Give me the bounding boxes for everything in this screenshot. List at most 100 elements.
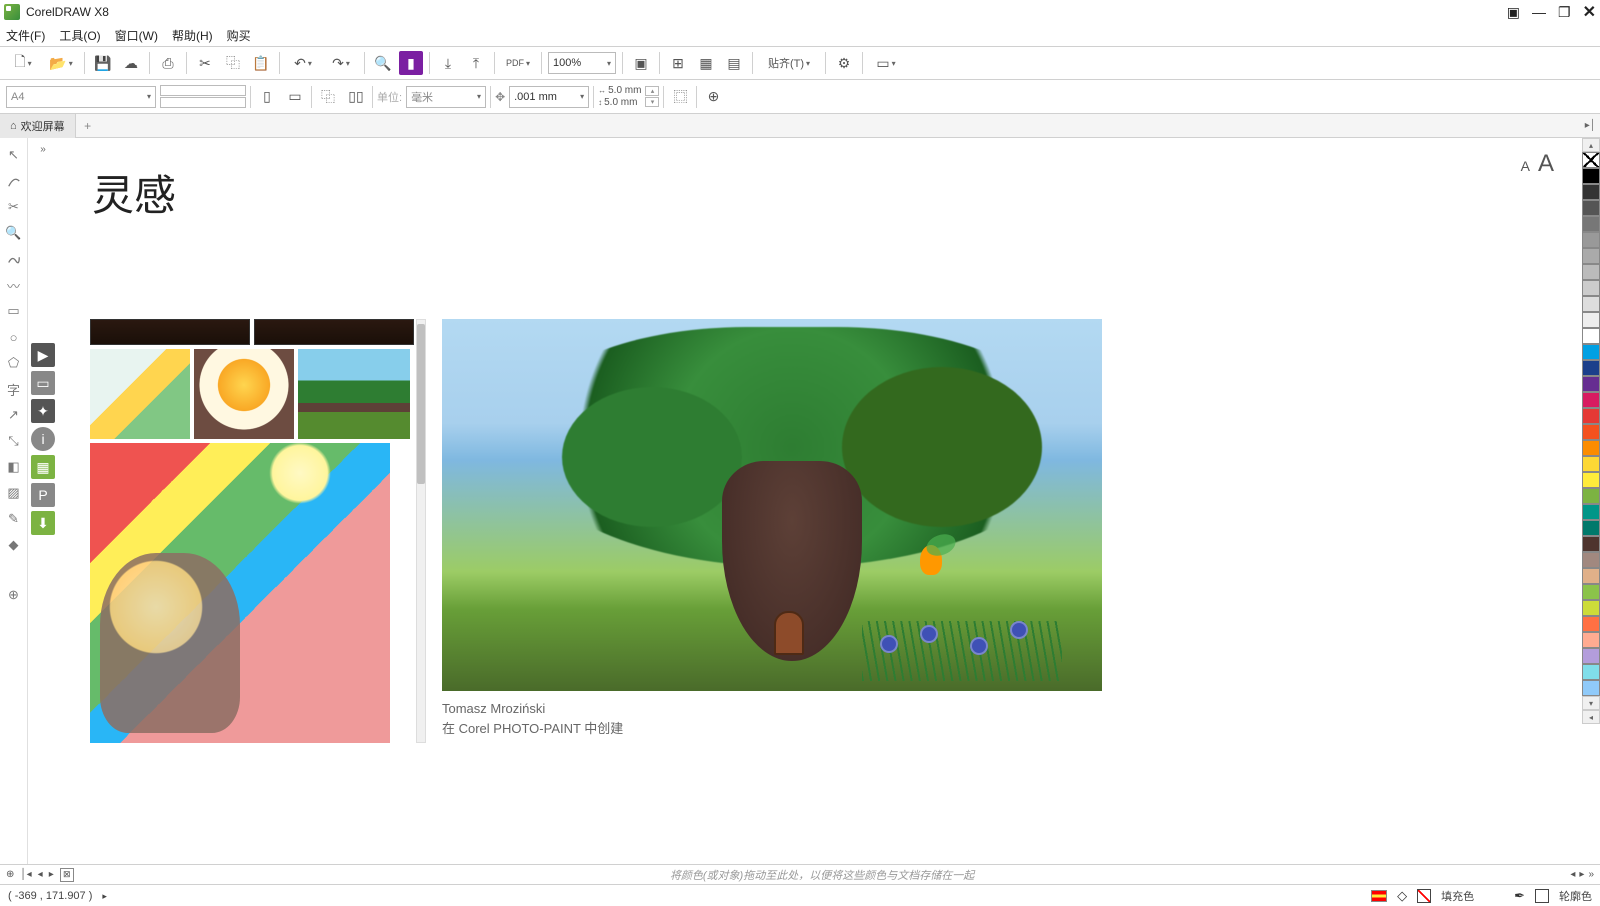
palette-swatch[interactable] bbox=[1582, 376, 1600, 392]
all-pages-button[interactable]: ⿻ bbox=[316, 85, 340, 109]
redo-button[interactable]: ↷ bbox=[324, 51, 358, 75]
transparency-tool[interactable]: ▨ bbox=[3, 482, 25, 504]
palette-swatch[interactable] bbox=[1582, 312, 1600, 328]
docker-p-icon[interactable]: P bbox=[31, 483, 55, 507]
palette-up[interactable]: ▴ bbox=[1582, 138, 1600, 152]
drop-shadow-tool[interactable]: ◧ bbox=[3, 456, 25, 478]
palette-flyout[interactable]: ◂ bbox=[1582, 710, 1600, 724]
palette-swatch[interactable] bbox=[1582, 328, 1600, 344]
thumb-dark-2[interactable] bbox=[254, 319, 414, 345]
docker-screen-icon[interactable]: ▭ bbox=[31, 371, 55, 395]
palette-swatch[interactable] bbox=[1582, 632, 1600, 648]
export-button[interactable]: ⤒ bbox=[464, 51, 488, 75]
outline-swatch[interactable] bbox=[1535, 889, 1549, 903]
add-tab-button[interactable]: + bbox=[76, 114, 100, 138]
minimize-icon[interactable]: — bbox=[1532, 4, 1546, 20]
launch-button[interactable]: ▮ bbox=[399, 51, 423, 75]
docker-download-icon[interactable]: ⬇ bbox=[31, 511, 55, 535]
maximize-icon[interactable]: ❐ bbox=[1558, 4, 1571, 21]
palette-swatch[interactable] bbox=[1582, 216, 1600, 232]
quick-customize[interactable]: ⊕ bbox=[3, 584, 25, 606]
print-button[interactable]: ⎙ bbox=[156, 51, 180, 75]
status-dropdown[interactable] bbox=[102, 890, 107, 902]
docker-play-icon[interactable]: ▶ bbox=[31, 343, 55, 367]
palette-swatch[interactable] bbox=[1582, 200, 1600, 216]
palette-swatch[interactable] bbox=[1582, 280, 1600, 296]
hscroll-right[interactable]: ▸ bbox=[1579, 869, 1584, 880]
fill-bucket-icon[interactable]: ◇ bbox=[1397, 888, 1407, 904]
pdf-button[interactable]: PDF bbox=[501, 51, 535, 75]
tabs-scroll-right[interactable]: ▸│ bbox=[1581, 120, 1600, 131]
palette-swatch[interactable] bbox=[1582, 456, 1600, 472]
add-preset-button[interactable]: ⊕ bbox=[701, 85, 725, 109]
parallel-dim-tool[interactable]: ↗ bbox=[3, 404, 25, 426]
font-larger[interactable]: A bbox=[1538, 150, 1554, 178]
paste-button[interactable]: 📋 bbox=[249, 51, 273, 75]
docker-star-icon[interactable]: ✦ bbox=[31, 399, 55, 423]
menu-file[interactable]: 文件(F) bbox=[6, 27, 45, 44]
eyedropper-tool[interactable]: ✎ bbox=[3, 508, 25, 530]
palette-swatch[interactable] bbox=[1582, 440, 1600, 456]
open-button[interactable]: 📂 bbox=[44, 51, 78, 75]
save-button[interactable]: 💾 bbox=[91, 51, 115, 75]
duplicate-distance[interactable]: ↔5.0 mm ↕5.0 mm bbox=[598, 85, 641, 108]
nav-next[interactable]: ▸ bbox=[49, 869, 54, 880]
palette-swatch[interactable] bbox=[1582, 408, 1600, 424]
palette-swatch[interactable] bbox=[1582, 680, 1600, 696]
guides-button[interactable]: ▤ bbox=[722, 51, 746, 75]
palette-swatch[interactable] bbox=[1582, 520, 1600, 536]
treat-as-filled-button[interactable]: ⿴ bbox=[668, 85, 692, 109]
thumb-tree-small[interactable] bbox=[298, 349, 410, 439]
current-page-button[interactable]: ▯▯ bbox=[344, 85, 368, 109]
featured-image[interactable] bbox=[442, 319, 1102, 691]
fill-swatch[interactable] bbox=[1417, 889, 1431, 903]
palette-swatch[interactable] bbox=[1582, 664, 1600, 680]
page-size-select[interactable]: A4 bbox=[6, 86, 156, 108]
palette-swatch[interactable] bbox=[1582, 584, 1600, 600]
landscape-button[interactable]: ▭ bbox=[283, 85, 307, 109]
rulers-button[interactable]: ⊞ bbox=[666, 51, 690, 75]
page-height[interactable] bbox=[160, 97, 246, 108]
palette-swatch[interactable] bbox=[1582, 168, 1600, 184]
thumbs-scrollbar[interactable] bbox=[416, 319, 426, 743]
cut-button[interactable]: ✂ bbox=[193, 51, 217, 75]
palette-swatch[interactable] bbox=[1582, 360, 1600, 376]
menu-tools[interactable]: 工具(O) bbox=[59, 27, 100, 44]
undo-button[interactable]: ↶ bbox=[286, 51, 320, 75]
fill-tool[interactable]: ◆ bbox=[3, 534, 25, 556]
zoom-level[interactable]: 100% bbox=[548, 52, 616, 74]
docker-film-icon[interactable]: ▦ bbox=[31, 455, 55, 479]
font-smaller[interactable]: A bbox=[1521, 158, 1530, 174]
nudge-input[interactable]: .001 mm bbox=[509, 86, 589, 108]
palette-swatch[interactable] bbox=[1582, 616, 1600, 632]
palette-swatch[interactable] bbox=[1582, 232, 1600, 248]
hscroll-flyout[interactable]: » bbox=[1588, 869, 1594, 880]
palette-swatch[interactable] bbox=[1582, 296, 1600, 312]
palette-none[interactable] bbox=[1582, 152, 1600, 168]
shape-tool[interactable] bbox=[3, 170, 25, 192]
palette-swatch[interactable] bbox=[1582, 504, 1600, 520]
palette-swatch[interactable] bbox=[1582, 552, 1600, 568]
menu-buy[interactable]: 购买 bbox=[227, 27, 251, 44]
layout-button[interactable]: ▭ bbox=[869, 51, 903, 75]
nav-close[interactable]: ⊠ bbox=[60, 868, 74, 882]
hscroll-left[interactable]: ◂ bbox=[1570, 869, 1575, 880]
palette-swatch[interactable] bbox=[1582, 648, 1600, 664]
palette-swatch[interactable] bbox=[1582, 536, 1600, 552]
crop-tool[interactable]: ✂ bbox=[3, 196, 25, 218]
thumb-isometric[interactable] bbox=[90, 349, 190, 439]
palette-swatch[interactable] bbox=[1582, 600, 1600, 616]
country-flag-icon[interactable] bbox=[1371, 890, 1387, 902]
notify-icon[interactable]: ▣ bbox=[1507, 4, 1520, 21]
zoom-tool[interactable]: 🔍 bbox=[3, 222, 25, 244]
options-button[interactable]: ⚙ bbox=[832, 51, 856, 75]
close-icon[interactable]: ✕ bbox=[1583, 2, 1596, 22]
page-width[interactable] bbox=[160, 85, 246, 96]
thumb-craftsman[interactable] bbox=[90, 443, 390, 743]
text-tool[interactable]: 字 bbox=[3, 378, 25, 400]
menu-window[interactable]: 窗口(W) bbox=[115, 27, 158, 44]
artistic-media-tool[interactable]: 〰 bbox=[3, 274, 25, 296]
palette-swatch[interactable] bbox=[1582, 248, 1600, 264]
rectangle-tool[interactable]: ▭ bbox=[3, 300, 25, 322]
freehand-tool[interactable] bbox=[3, 248, 25, 270]
